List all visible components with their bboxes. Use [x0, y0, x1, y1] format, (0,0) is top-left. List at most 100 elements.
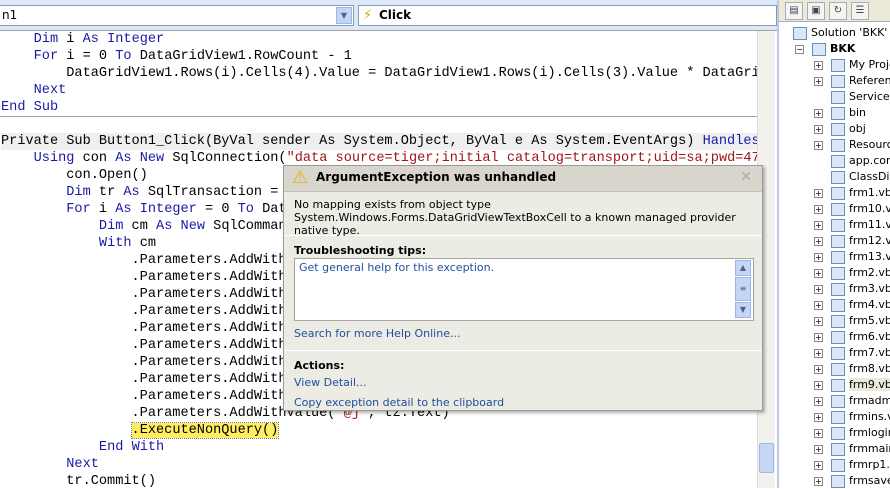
code-token: .Parameters.AddWithV	[1, 372, 295, 387]
solution-root-node[interactable]: Solution 'BKK' (1	[793, 25, 890, 41]
tree-item[interactable]: + frm4.vb	[814, 297, 890, 313]
expand-icon[interactable]: +	[814, 429, 823, 438]
tree-item[interactable]: + frm11.v	[814, 217, 890, 233]
collapse-icon[interactable]: −	[795, 45, 804, 54]
refresh-icon[interactable]: ↻	[829, 2, 847, 20]
keyword: Handles	[702, 134, 757, 149]
tree-item[interactable]: + obj	[814, 121, 866, 137]
code-token: Private Sub Button1_Click(ByVal sender A…	[1, 134, 703, 149]
tree-item[interactable]: Service	[831, 89, 890, 105]
tree-item[interactable]: + frmrp1.	[814, 457, 890, 473]
code-token: .Parameters.AddWithV	[1, 338, 295, 353]
expand-icon[interactable]: +	[814, 189, 823, 198]
tips-scrollbar[interactable]: ▲ ≡ ▼	[735, 260, 752, 319]
tree-item[interactable]: + My Proje	[814, 57, 890, 73]
keyword: Sub	[33, 100, 59, 115]
tree-item[interactable]: + frm6.vb	[814, 329, 890, 345]
tree-item[interactable]: + frmmain	[814, 441, 890, 457]
tree-item[interactable]: + frm3.vb	[814, 281, 890, 297]
method-name-combo[interactable]: ⚡ Click	[358, 5, 777, 26]
scroll-thumb[interactable]: ≡	[735, 277, 751, 301]
scroll-up-icon[interactable]: ▲	[735, 260, 751, 276]
expand-icon[interactable]: +	[814, 253, 823, 262]
chevron-down-icon[interactable]: ▼	[336, 7, 352, 24]
general-help-link[interactable]: Get general help for this exception.	[299, 261, 494, 274]
copy-exception-link[interactable]: Copy exception detail to the clipboard	[284, 393, 762, 413]
code-token: Dat	[253, 202, 287, 217]
file-icon	[831, 154, 845, 168]
code-token: SqlComman	[205, 219, 287, 234]
expand-icon[interactable]: +	[814, 301, 823, 310]
file-icon	[831, 58, 845, 72]
view-code-icon[interactable]: ☰	[851, 2, 869, 20]
tree-item[interactable]: + frm7.vb	[814, 345, 890, 361]
tree-item[interactable]: + frm12.v	[814, 233, 890, 249]
code-token: cm	[123, 219, 157, 234]
expand-icon[interactable]: +	[814, 221, 823, 230]
expand-icon[interactable]: +	[814, 349, 823, 358]
expand-icon[interactable]: +	[814, 141, 823, 150]
close-icon[interactable]: ✕	[740, 169, 752, 185]
expand-icon[interactable]: +	[814, 77, 823, 86]
tree-item-label: frm3.vb	[849, 282, 890, 295]
expand-icon[interactable]: +	[814, 397, 823, 406]
code-token: i	[90, 202, 116, 217]
scroll-down-icon[interactable]: ▼	[735, 302, 751, 318]
code-line: .Parameters.AddWithV	[1, 337, 295, 354]
expand-icon[interactable]: +	[814, 269, 823, 278]
tree-item[interactable]: + frm8.vb	[814, 361, 890, 377]
expand-icon[interactable]: +	[814, 413, 823, 422]
project-node[interactable]: − BKK	[795, 41, 855, 57]
code-token: tr	[90, 185, 124, 200]
show-all-files-icon[interactable]: ▤	[785, 2, 803, 20]
expand-icon[interactable]: +	[814, 125, 823, 134]
class-name-combo[interactable]: n1 ▼	[0, 5, 354, 26]
keyword: To	[237, 202, 254, 217]
tree-item-label: frm12.v	[849, 234, 890, 247]
view-detail-link[interactable]: View Detail...	[284, 373, 762, 393]
expand-icon[interactable]: +	[814, 333, 823, 342]
expand-icon[interactable]: +	[814, 61, 823, 70]
tree-item[interactable]: + frm9.vb	[814, 377, 890, 393]
tree-item[interactable]: + frm1.vb	[814, 185, 890, 201]
tree-item[interactable]: + frmadmi	[814, 393, 890, 409]
tree-item[interactable]: app.cor	[831, 153, 890, 169]
expand-icon[interactable]: +	[814, 109, 823, 118]
tree-item[interactable]: + frm13.v	[814, 249, 890, 265]
tree-item[interactable]: + frm2.vb	[814, 265, 890, 281]
code-token: .Parameters.AddWithV	[1, 270, 295, 285]
expand-icon[interactable]: +	[814, 461, 823, 470]
code-token: .Parameters.AddWithV	[1, 304, 295, 319]
keyword: As	[123, 185, 140, 200]
expand-icon[interactable]: +	[814, 445, 823, 454]
expand-icon[interactable]: +	[814, 205, 823, 214]
tree-item[interactable]: + frm10.v	[814, 201, 890, 217]
expand-icon[interactable]: +	[814, 317, 823, 326]
tree-item[interactable]: + Resourc	[814, 137, 890, 153]
tree-item[interactable]: + Referen	[814, 73, 890, 89]
tree-item[interactable]: + bin	[814, 105, 866, 121]
expand-icon[interactable]: +	[814, 477, 823, 486]
expand-icon[interactable]: +	[814, 285, 823, 294]
file-icon	[831, 474, 845, 488]
expand-icon[interactable]: +	[814, 381, 823, 390]
code-line: For i = 0 To DataGridView1.RowCount - 1	[1, 48, 352, 65]
properties-icon[interactable]: ▣	[807, 2, 825, 20]
tree-item[interactable]: + frmsave	[814, 473, 890, 489]
tree-item-label: frmsave	[849, 474, 890, 487]
dialog-header: ⚠ ArgumentException was unhandled ✕	[284, 166, 762, 192]
file-icon	[831, 426, 845, 440]
tree-item[interactable]: + frmins.v	[814, 409, 890, 425]
expand-icon[interactable]: +	[814, 237, 823, 246]
expand-icon[interactable]: +	[814, 365, 823, 374]
tree-item-label: frm7.vb	[849, 346, 890, 359]
scrollbar-thumb[interactable]	[759, 443, 774, 473]
code-line: End Sub	[1, 99, 58, 116]
tree-item[interactable]: + frmlogin	[814, 425, 890, 441]
tree-item[interactable]: + frm5.vb	[814, 313, 890, 329]
tree-item[interactable]: ClassDia	[831, 169, 890, 185]
keyword: Dim	[98, 219, 124, 234]
search-help-online-link[interactable]: Search for more Help Online...	[284, 324, 762, 344]
keyword: Next	[33, 83, 67, 98]
